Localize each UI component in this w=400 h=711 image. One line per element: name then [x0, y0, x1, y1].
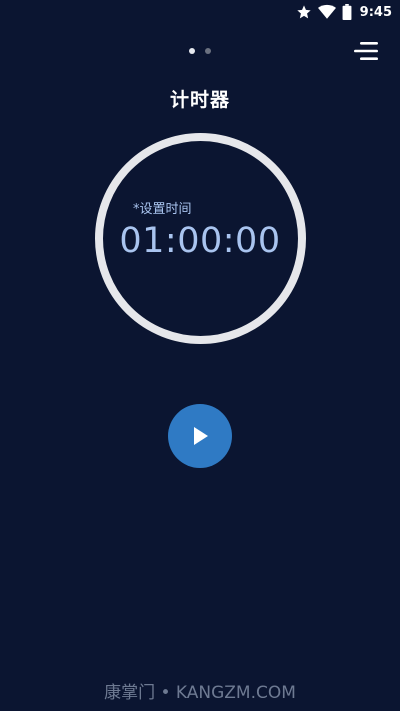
- menu-icon: [354, 42, 378, 60]
- menu-button[interactable]: [354, 40, 380, 62]
- page-indicator: [0, 48, 400, 54]
- set-time-label: *设置时间: [133, 202, 192, 217]
- page-dot-inactive[interactable]: [205, 48, 211, 54]
- page-dot-active[interactable]: [189, 48, 195, 54]
- page-title: 计时器: [169, 89, 230, 111]
- watermark: 康掌门 • KANGZM.COM: [104, 683, 296, 703]
- star-icon: [296, 4, 312, 20]
- battery-icon: [342, 4, 352, 20]
- play-button[interactable]: [168, 404, 232, 468]
- play-icon: [194, 427, 208, 445]
- wifi-icon: [317, 4, 336, 20]
- status-bar: 9:45: [0, 0, 400, 24]
- status-time: 9:45: [359, 4, 392, 20]
- time-display[interactable]: 01:00:00: [0, 221, 400, 261]
- timer-screen: 9:45 计时器 *设置时间 01:00:00 康掌门 • KANGZM.COM: [0, 0, 400, 711]
